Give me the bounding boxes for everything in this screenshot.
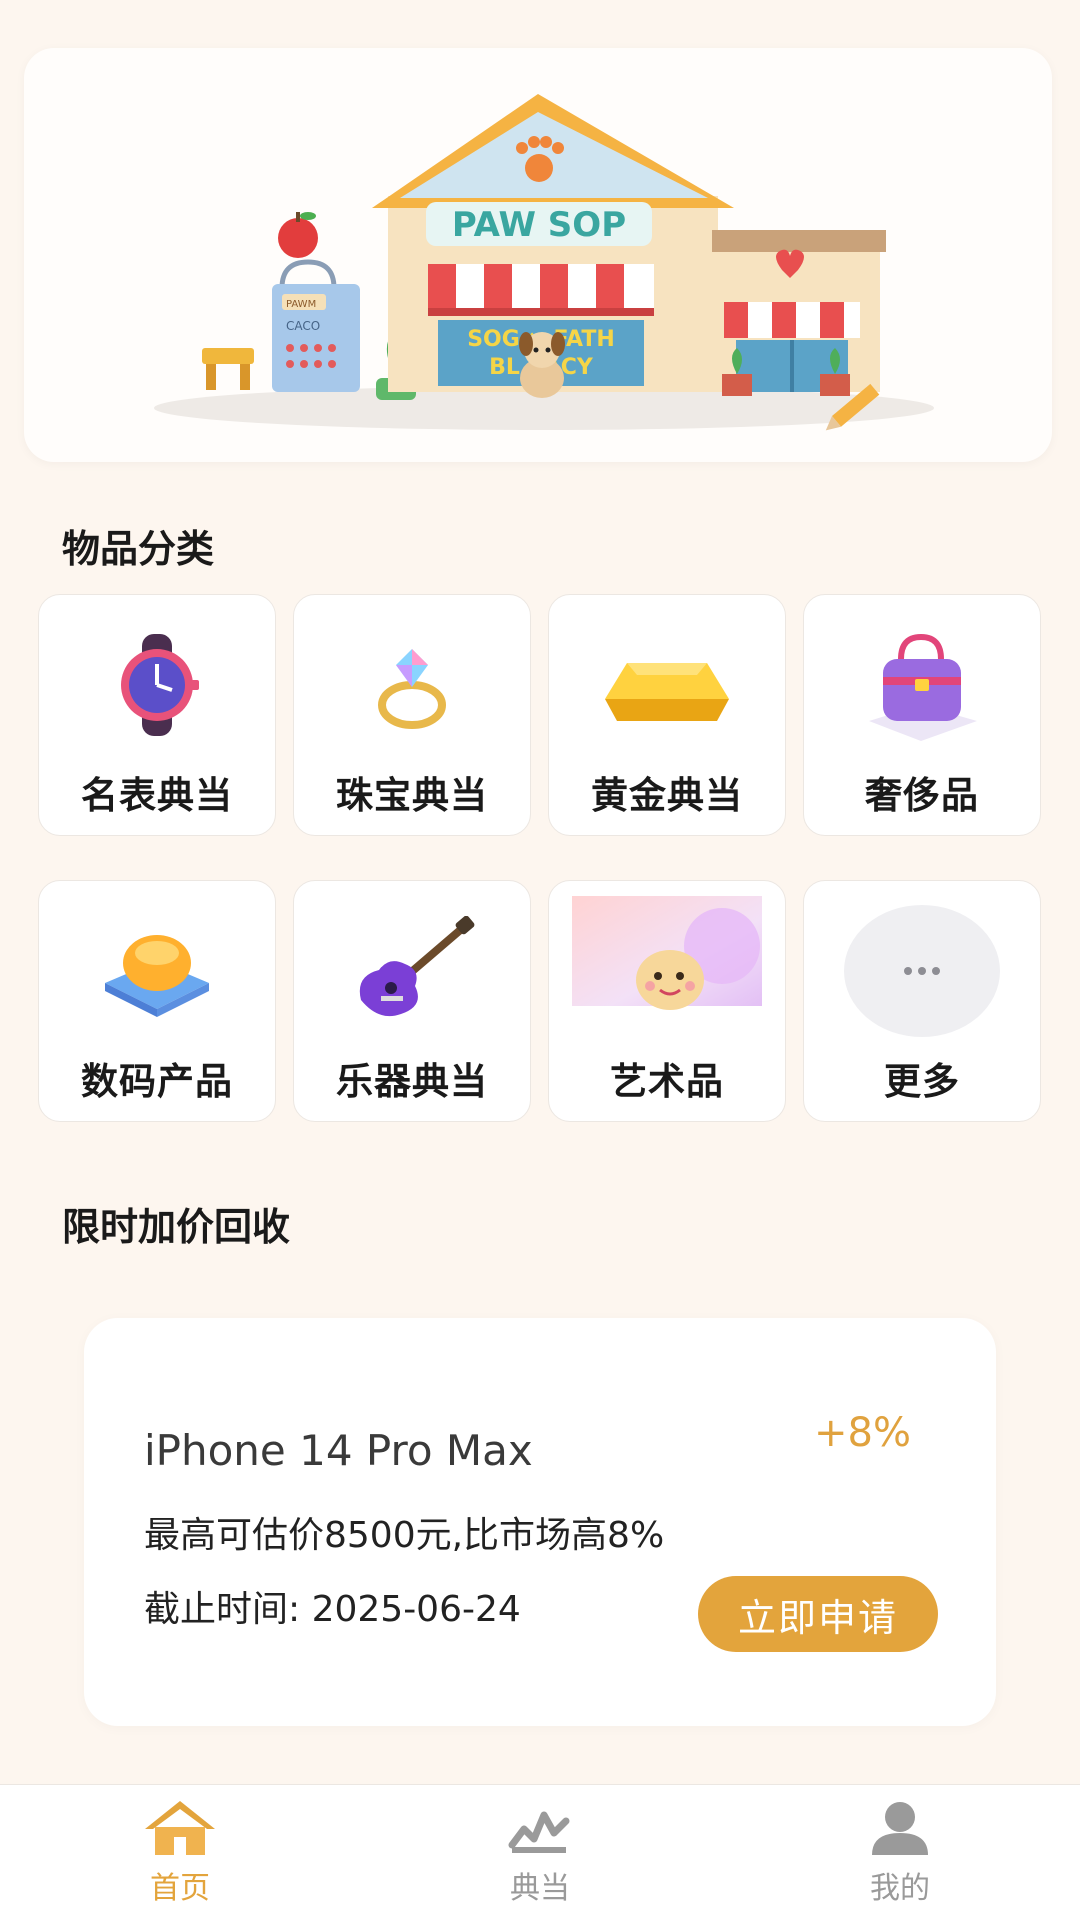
bottom-tab-bar: 首页 典当 我的: [0, 1784, 1080, 1920]
category-label: 珠宝典当: [336, 774, 488, 817]
category-label: 数码产品: [81, 1060, 233, 1103]
promo-bonus-badge: +8%: [814, 1410, 911, 1456]
digital-device-icon: [105, 935, 209, 1017]
category-label: 奢侈品: [865, 774, 979, 817]
pawn-shop-illustration: PAWM CACO PAW SOP SOG FATH BL: [154, 94, 934, 431]
tab-pawn[interactable]: 典当: [440, 1799, 640, 1915]
shopping-bag-icon: PAWM CACO: [272, 259, 360, 392]
apply-now-button[interactable]: 立即申请: [698, 1576, 938, 1652]
apple-icon: [278, 212, 318, 258]
category-label: 艺术品: [610, 1060, 724, 1103]
tab-label: 首页: [150, 1871, 210, 1906]
promo-deadline: 截止时间: 2025-06-24: [144, 1589, 521, 1630]
guitar-icon: [359, 916, 475, 1017]
category-instrument[interactable]: 乐器典当: [293, 880, 531, 1122]
category-watch[interactable]: 名表典当: [38, 594, 276, 836]
side-building: [712, 230, 886, 396]
hero-banner[interactable]: PAWM CACO PAW SOP SOG FATH BL: [24, 48, 1052, 462]
promo-description: 最高可估价8500元,比市场高8%: [144, 1515, 665, 1556]
svg-text:PAWM: PAWM: [286, 299, 316, 310]
category-luxury[interactable]: 奢侈品: [803, 594, 1041, 836]
category-more[interactable]: 更多: [803, 880, 1041, 1122]
promo-section-title: 限时加价回收: [62, 1205, 291, 1249]
user-icon: [872, 1802, 928, 1855]
category-grid: 名表典当 珠宝典当 黄金典当 奢侈品 数码产品 乐器典当 艺术品 更多: [38, 594, 1042, 1124]
category-label: 乐器典当: [336, 1060, 488, 1103]
category-jewelry[interactable]: 珠宝典当: [293, 594, 531, 836]
tab-home[interactable]: 首页: [80, 1799, 280, 1915]
svg-text:CACO: CACO: [286, 319, 320, 333]
promo-product-name: iPhone 14 Pro Max: [144, 1426, 533, 1475]
category-digital[interactable]: 数码产品: [38, 880, 276, 1122]
more-dots-icon: [844, 905, 1000, 1037]
category-label: 名表典当: [81, 774, 233, 817]
dog-icon: [519, 332, 565, 398]
gold-bar-icon: [605, 663, 729, 721]
art-sculpture-icon: [572, 896, 762, 1010]
shop-sign: PAW SOP: [452, 205, 626, 245]
chart-icon: [508, 1811, 570, 1853]
diamond-ring-icon: [378, 649, 446, 729]
category-label: 黄金典当: [591, 774, 743, 817]
tab-label: 典当: [510, 1871, 570, 1906]
category-section-title: 物品分类: [62, 527, 215, 571]
watch-icon: [121, 634, 199, 736]
handbag-icon: [869, 633, 977, 741]
category-art[interactable]: 艺术品: [548, 880, 786, 1122]
home-icon: [145, 1801, 215, 1855]
category-gold[interactable]: 黄金典当: [548, 594, 786, 836]
stool-icon: [202, 348, 254, 390]
category-label: 更多: [884, 1060, 960, 1103]
promo-card[interactable]: iPhone 14 Pro Max +8% 最高可估价8500元,比市场高8% …: [84, 1318, 996, 1726]
tab-mine[interactable]: 我的: [800, 1799, 1000, 1915]
tab-label: 我的: [870, 1871, 930, 1906]
